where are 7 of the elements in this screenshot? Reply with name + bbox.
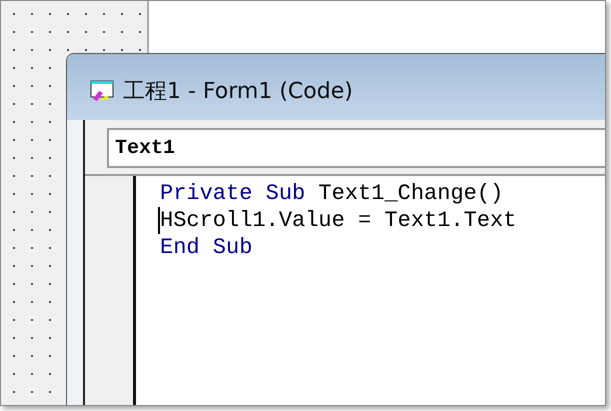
code-window-icon bbox=[89, 79, 115, 103]
object-dropdown[interactable]: Text1 bbox=[107, 128, 605, 168]
code-line: End Sub bbox=[159, 234, 252, 261]
code-editor[interactable]: Private Sub Text1_Change() HScroll1.Value = Text1.Text End Sub bbox=[136, 176, 605, 405]
window-title: 工程1 - Form1 (Code) bbox=[123, 78, 353, 106]
code-line: Private Sub Text1_Change() bbox=[159, 180, 504, 207]
code-line: HScroll1.Value = Text1.Text bbox=[158, 207, 516, 234]
